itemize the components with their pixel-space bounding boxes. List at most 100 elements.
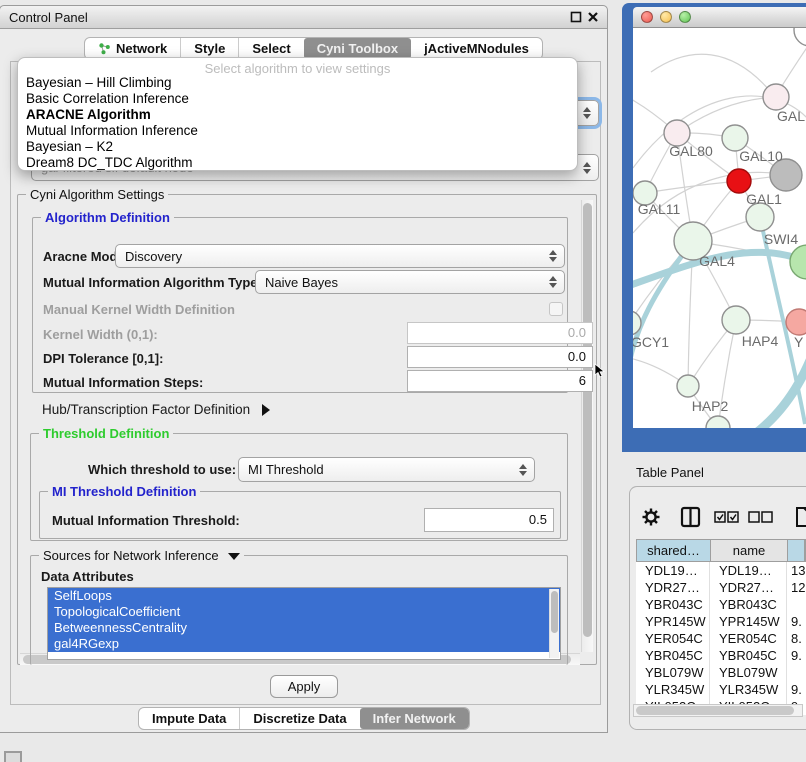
table-row[interactable]: YER054C YER054C 8. xyxy=(636,630,806,647)
deselect-all-checks-icon[interactable] xyxy=(749,512,772,522)
algorithm-item-bayesian-hill-climbing[interactable]: Bayesian – Hill Climbing xyxy=(21,75,574,91)
cell-value: 12 xyxy=(787,579,806,596)
node-label: GAL xyxy=(777,108,805,124)
dpi-tolerance-field[interactable]: 0.0 xyxy=(407,346,593,368)
mi-threshold-field[interactable]: 0.5 xyxy=(424,508,554,532)
network-canvas[interactable]: GAL GAL80 GAL10 GAL1 GAL11 SWI4 GAL4 GCY… xyxy=(633,28,806,428)
aracne-mode-combobox[interactable]: Discovery xyxy=(115,244,565,268)
node-label: SWI4 xyxy=(764,231,798,247)
mi-algorithm-type-label: Mutual Information Algorithm Type: xyxy=(43,275,262,290)
manual-kernel-width-checkbox[interactable] xyxy=(549,302,563,316)
node-label: GCY1 xyxy=(633,334,669,350)
hub-definition-expander[interactable]: Hub/Transcription Factor Definition xyxy=(42,402,270,417)
cell-value xyxy=(787,664,806,681)
tab-style-label: Style xyxy=(194,41,225,56)
dpi-tolerance-label: DPI Tolerance [0,1]: xyxy=(43,351,163,366)
node-label: Y xyxy=(794,334,804,350)
which-threshold-value: MI Threshold xyxy=(248,462,324,477)
table-horizontal-scrollbar-thumb[interactable] xyxy=(636,706,794,715)
minimize-traffic-light-icon[interactable] xyxy=(660,11,672,23)
network-node-unlabeled[interactable] xyxy=(794,28,806,46)
list-item-topologicalcoefficient[interactable]: TopologicalCoefficient xyxy=(48,604,560,620)
tab-infer-network[interactable]: Infer Network xyxy=(360,708,469,729)
cell-shared: YBL079W xyxy=(636,664,710,681)
minimized-panel-box[interactable] xyxy=(4,751,22,762)
algorithm-item-dream8[interactable]: Dream8 DC_TDC Algorithm xyxy=(21,155,574,171)
algorithm-item-basic-correlation[interactable]: Basic Correlation Inference xyxy=(21,91,574,107)
table-horizontal-scrollbar[interactable] xyxy=(633,704,803,717)
float-window-icon[interactable] xyxy=(570,11,582,23)
data-attributes-label: Data Attributes xyxy=(41,569,134,584)
table-row[interactable]: YDL19… YDL19… 13 xyxy=(636,562,806,579)
cell-name: YBR045C xyxy=(710,647,787,664)
list-item-betweennesscentrality[interactable]: BetweennessCentrality xyxy=(48,620,560,636)
control-panel-title: Control Panel xyxy=(9,6,88,29)
combo-stepper-icon xyxy=(583,107,591,119)
table-row[interactable]: YBR043C YBR043C xyxy=(636,596,806,613)
network-node-gal-top[interactable] xyxy=(763,84,789,110)
new-table-icon[interactable] xyxy=(797,508,806,526)
column-header-name[interactable]: name xyxy=(711,540,788,561)
close-icon[interactable] xyxy=(587,11,599,23)
tab-jactivemnodules[interactable]: jActiveMNodules xyxy=(411,38,542,59)
tab-network[interactable]: Network xyxy=(85,38,180,59)
table-row[interactable]: YBR045C YBR045C 9. xyxy=(636,647,806,664)
table-row[interactable]: YDR27… YDR27… 12 xyxy=(636,579,806,596)
network-node-swi4[interactable] xyxy=(746,203,774,231)
mi-algorithm-type-combobox[interactable]: Naive Bayes xyxy=(255,270,565,294)
select-all-checks-icon[interactable] xyxy=(715,512,738,522)
settings-vertical-scrollbar[interactable] xyxy=(581,200,593,652)
network-node-gal1-red[interactable] xyxy=(727,169,751,193)
listbox-scrollbar[interactable] xyxy=(549,589,559,658)
bottom-tabbar: Impute Data Discretize Data Infer Networ… xyxy=(138,707,470,730)
kernel-width-field[interactable]: 0.0 xyxy=(407,322,593,344)
network-node-salmon[interactable] xyxy=(786,309,806,335)
cell-shared: YPR145W xyxy=(636,613,710,630)
network-highlighted-edges xyxy=(633,217,806,428)
algorithm-item-bayesian-k2[interactable]: Bayesian – K2 xyxy=(21,139,574,155)
table-row[interactable]: YPR145W YPR145W 9. xyxy=(636,613,806,630)
node-label: GAL10 xyxy=(739,148,783,164)
list-item-selfloops[interactable]: SelfLoops xyxy=(48,588,560,604)
algorithm-placeholder: Select algorithm to view settings xyxy=(18,61,577,76)
network-node-hap2[interactable] xyxy=(677,375,699,397)
collapse-arrow-icon xyxy=(228,553,240,560)
network-graph: GAL GAL80 GAL10 GAL1 GAL11 SWI4 GAL4 GCY… xyxy=(633,28,806,428)
tab-style[interactable]: Style xyxy=(180,38,238,59)
cell-shared: YBR045C xyxy=(636,647,710,664)
manual-kernel-width-label: Manual Kernel Width Definition xyxy=(43,302,235,317)
algorithm-item-aracne[interactable]: ARACNE Algorithm xyxy=(21,107,574,123)
table-toolbar xyxy=(633,503,806,532)
application-root: Control Panel Network Style xyxy=(0,0,806,762)
settings-vertical-scrollbar-thumb[interactable] xyxy=(583,203,592,637)
listbox-scrollbar-thumb[interactable] xyxy=(551,591,558,633)
tab-discretize-data[interactable]: Discretize Data xyxy=(239,708,359,729)
gear-icon[interactable] xyxy=(643,509,660,526)
list-item-gal4rgexp[interactable]: gal4RGexp xyxy=(48,636,560,652)
column-header-partial[interactable] xyxy=(788,540,805,561)
cell-shared: YDL19… xyxy=(636,562,710,579)
cell-shared: YLR345W xyxy=(636,681,710,698)
mi-steps-field[interactable]: 6 xyxy=(407,370,593,392)
which-threshold-combobox[interactable]: MI Threshold xyxy=(238,457,535,482)
algorithm-item-mutual-information[interactable]: Mutual Information Inference xyxy=(21,123,574,139)
network-node-bright-green[interactable] xyxy=(790,245,806,279)
cell-name: YDR27… xyxy=(710,579,787,596)
table-row[interactable]: YLR345W YLR345W 9. xyxy=(636,681,806,698)
cell-value: 9. xyxy=(787,647,806,664)
close-traffic-light-icon[interactable] xyxy=(641,11,653,23)
cell-shared: YDR27… xyxy=(636,579,710,596)
node-label: HAP2 xyxy=(692,398,729,414)
table-row[interactable]: YBL079W YBL079W xyxy=(636,664,806,681)
columns-icon[interactable] xyxy=(682,508,699,526)
tab-cyni-toolbox[interactable]: Cyni Toolbox xyxy=(304,38,411,59)
tab-impute-data[interactable]: Impute Data xyxy=(139,708,239,729)
network-node-hap4[interactable] xyxy=(722,306,750,334)
column-header-shared-name[interactable]: shared… xyxy=(637,540,711,561)
sources-title-wrap[interactable]: Sources for Network Inference xyxy=(39,548,244,563)
hub-definition-label: Hub/Transcription Factor Definition xyxy=(42,402,250,417)
node-label: GAL80 xyxy=(669,143,713,159)
apply-button[interactable]: Apply xyxy=(270,675,338,698)
zoom-traffic-light-icon[interactable] xyxy=(679,11,691,23)
tab-select[interactable]: Select xyxy=(238,38,303,59)
